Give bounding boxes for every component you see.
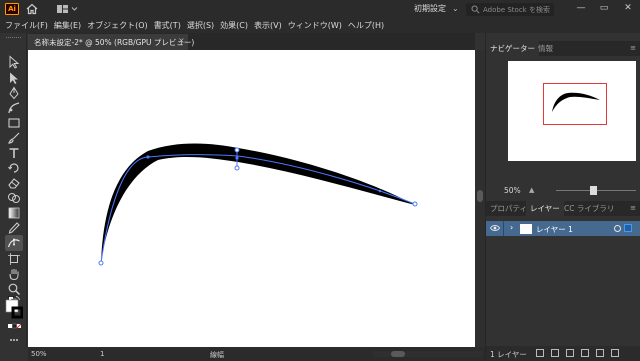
menu-edit[interactable]: 編集(E) (54, 20, 81, 31)
fill-stroke-swatch[interactable] (5, 299, 23, 319)
menu-help[interactable]: ヘルプ(H) (348, 20, 384, 31)
width-stroke-shape[interactable] (101, 143, 415, 264)
canvas[interactable] (28, 50, 475, 347)
curvature-tool-icon[interactable] (7, 101, 21, 115)
minimize-icon[interactable]: — (574, 2, 588, 15)
layer-thumbnail (520, 224, 532, 234)
navigator-tabs: ナビゲーター 情報 ≡ (486, 41, 640, 56)
status-mode[interactable]: 線幅 (210, 350, 224, 360)
close-document-icon[interactable]: × (178, 36, 185, 45)
rectangle-tool-icon[interactable] (7, 116, 21, 130)
layers-footer: 1 レイヤー (486, 346, 640, 361)
artboard-number[interactable]: 1 (100, 350, 104, 358)
artwork (98, 143, 418, 266)
hand-tool-icon[interactable] (7, 267, 21, 281)
paintbrush-tool-icon[interactable] (7, 131, 21, 145)
type-tool-icon[interactable] (7, 146, 21, 160)
tab-cc-libraries[interactable]: CC ライブラリ (560, 201, 618, 216)
tab-properties[interactable]: プロパティ (486, 201, 531, 216)
navigator-zoom-row: 50% ▲ (486, 183, 640, 198)
width-tool-icon[interactable] (5, 235, 23, 251)
expand-layer-icon[interactable]: › (510, 223, 513, 232)
document-tab[interactable]: 名称未設定-2* @ 50% (RGB/GPU プレビュー) × (28, 34, 194, 50)
tab-info[interactable]: 情報 (534, 41, 557, 56)
layer-row-divider (503, 221, 504, 236)
tab-layers[interactable]: レイヤー (526, 201, 564, 216)
panel-menu-icon[interactable]: ≡ (630, 204, 636, 212)
anchor-point-start[interactable] (98, 260, 104, 266)
menu-file[interactable]: ファイル(F) (5, 20, 48, 31)
eyedropper-tool-icon[interactable] (7, 221, 21, 235)
delete-layer-icon[interactable] (611, 349, 619, 357)
menu-object[interactable]: オブジェクト(O) (87, 20, 148, 31)
stock-search-placeholder: Adobe Stock を検索 (483, 6, 550, 14)
menu-select[interactable]: 選択(S) (187, 20, 214, 31)
shape-builder-tool-icon[interactable] (7, 191, 21, 205)
right-panel-dock: ナビゲーター 情報 ≡ 50% ▲ プロパティ レイヤー CC ライブラリ ≡ … (485, 33, 640, 361)
layer-count: 1 レイヤー (490, 350, 527, 359)
menu-window[interactable]: ウィンドウ(W) (288, 20, 342, 31)
title-bar: Ai 初期設定 ⌄ Adobe Stock を検索 — ▭ ✕ (0, 0, 640, 18)
search-icon (471, 5, 480, 14)
new-sublayer-icon[interactable] (581, 349, 589, 357)
layers-tabs: プロパティ レイヤー CC ライブラリ ≡ (486, 201, 640, 216)
document-tab-title: 名称未設定-2* @ 50% (RGB/GPU プレビュー) (34, 37, 195, 47)
zoom-slider-knob[interactable] (590, 186, 597, 195)
path-outline (100, 154, 416, 264)
navigator-preview[interactable] (508, 61, 636, 161)
rotate-tool-icon[interactable] (7, 161, 21, 175)
menu-view[interactable]: 表示(V) (254, 20, 282, 31)
direct-selection-tool-icon[interactable] (7, 71, 21, 85)
locate-object-icon[interactable] (551, 349, 559, 357)
width-point[interactable] (235, 156, 239, 160)
layer-row[interactable]: › レイヤー 1 (486, 221, 640, 236)
horizontal-scrollbar[interactable] (373, 351, 483, 357)
zoom-level[interactable]: 50% (31, 350, 47, 358)
menu-effect[interactable]: 効果(C) (220, 20, 248, 31)
app-logo: Ai (5, 3, 19, 15)
anchor-point[interactable] (378, 189, 382, 193)
arrange-documents-icon[interactable] (56, 4, 80, 14)
scroll-thumb[interactable] (477, 190, 483, 202)
artboard[interactable] (28, 50, 475, 347)
vertical-scrollbar[interactable] (475, 50, 485, 347)
eraser-tool-icon[interactable] (7, 176, 21, 190)
width-handle-bottom[interactable] (234, 165, 240, 171)
layers-footer-icons (536, 349, 626, 357)
tab-navigator[interactable]: ナビゲーター (486, 41, 539, 56)
more-tools-icon[interactable] (7, 333, 21, 347)
menu-type[interactable]: 書式(T) (154, 20, 181, 31)
navigator-zoom-value[interactable]: 50% (504, 186, 521, 195)
panel-menu-icon[interactable]: ≡ (630, 44, 636, 52)
clipping-mask-icon[interactable] (566, 349, 574, 357)
gradient-tool-icon[interactable] (7, 206, 21, 220)
tools-panel (0, 33, 27, 347)
selection-tool-icon[interactable] (7, 55, 21, 69)
document-tab-bar: 名称未設定-2* @ 50% (RGB/GPU プレビュー) × (28, 33, 475, 50)
color-mode-icons[interactable] (7, 320, 21, 334)
layer-selection-indicator[interactable] (624, 224, 632, 232)
visibility-eye-icon[interactable] (490, 224, 500, 232)
zoom-tool-icon[interactable] (7, 282, 21, 296)
chevron-down-icon[interactable]: ⌄ (452, 4, 459, 13)
home-icon[interactable] (26, 3, 38, 15)
maximize-icon[interactable]: ▭ (597, 2, 611, 15)
layer-target-icon[interactable] (614, 225, 621, 232)
export-icon[interactable] (536, 349, 544, 357)
width-handle-top[interactable] (234, 147, 240, 153)
pen-tool-icon[interactable] (7, 86, 21, 100)
layer-name[interactable]: レイヤー 1 (536, 224, 573, 235)
workspace-switcher[interactable]: 初期設定 (414, 3, 446, 14)
close-icon[interactable]: ✕ (621, 2, 635, 15)
status-bar: 50% 1 線幅 (28, 347, 485, 361)
navigator-view-box[interactable] (543, 83, 607, 125)
zoom-out-icon[interactable]: ▲ (529, 186, 534, 194)
new-layer-icon[interactable] (596, 349, 604, 357)
panel-grip[interactable] (6, 37, 21, 39)
anchor-point[interactable] (146, 155, 150, 159)
artboard-tool-icon[interactable] (7, 252, 21, 266)
menu-bar: ファイル(F) 編集(E) オブジェクト(O) 書式(T) 選択(S) 効果(C… (0, 18, 640, 33)
anchor-point-end[interactable] (412, 201, 418, 207)
stock-search-input[interactable]: Adobe Stock を検索 (466, 3, 554, 16)
